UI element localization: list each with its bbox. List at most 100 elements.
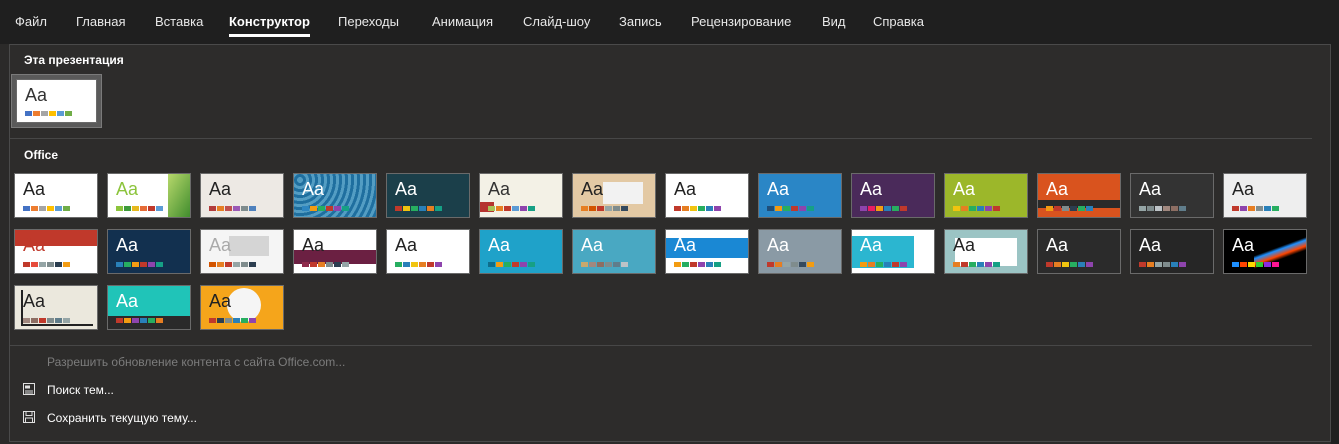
color-swatch [512, 262, 519, 267]
color-swatch [488, 206, 495, 211]
color-swatch [342, 262, 349, 267]
color-swatch [581, 206, 588, 211]
theme-color-swatches [116, 206, 164, 211]
tab-slideshow[interactable]: Слайд-шоу [523, 14, 590, 29]
color-swatch [597, 262, 604, 267]
theme-thumbnail[interactable]: Aa [572, 229, 656, 274]
color-swatch [217, 262, 224, 267]
browse-themes-icon [23, 383, 35, 395]
theme-color-swatches [953, 206, 1001, 211]
theme-thumbnail[interactable]: Aa [572, 173, 656, 218]
color-swatch [682, 262, 689, 267]
color-swatch [985, 206, 992, 211]
theme-thumbnail[interactable]: Aa [107, 285, 191, 330]
color-swatch [674, 206, 681, 211]
theme-thumbnail[interactable]: Aa [1037, 173, 1121, 218]
theme-thumbnail[interactable]: Aa [944, 229, 1028, 274]
this-presentation-heading: Эта презентация [24, 53, 124, 67]
save-current-theme-command[interactable]: Сохранить текущую тему... [47, 411, 197, 425]
theme-thumbnail[interactable]: Aa [293, 173, 377, 218]
tab-transitions[interactable]: Переходы [338, 14, 399, 29]
theme-thumbnail[interactable]: Aa [1037, 229, 1121, 274]
color-swatch [589, 262, 596, 267]
color-swatch [1054, 262, 1061, 267]
color-swatch [41, 111, 48, 116]
theme-color-swatches [488, 206, 536, 211]
theme-color-swatches [1232, 262, 1280, 267]
color-swatch [49, 111, 56, 116]
color-swatch [411, 262, 418, 267]
tab-file[interactable]: Файл [15, 14, 47, 29]
tab-home[interactable]: Главная [76, 14, 125, 29]
color-swatch [504, 206, 511, 211]
gray-band-decoration [603, 182, 643, 204]
theme-thumbnail[interactable]: Aa [665, 173, 749, 218]
theme-thumbnail[interactable]: Aa [200, 285, 284, 330]
browse-themes-command[interactable]: Поиск тем... [47, 383, 114, 397]
theme-color-swatches [1046, 206, 1094, 211]
color-swatch [690, 262, 697, 267]
theme-thumbnail[interactable]: Aa [758, 173, 842, 218]
theme-thumbnail[interactable]: Aa [293, 229, 377, 274]
theme-thumbnail[interactable]: Aa [479, 173, 563, 218]
theme-thumbnail[interactable]: Aa [1130, 229, 1214, 274]
theme-thumbnail[interactable]: Aa [386, 229, 470, 274]
tab-animations[interactable]: Анимация [432, 14, 493, 29]
theme-thumbnail[interactable]: Aa [479, 229, 563, 274]
theme-thumbnail[interactable]: Aa [1223, 173, 1307, 218]
color-swatch [1163, 206, 1170, 211]
theme-thumbnail[interactable]: Aa [200, 173, 284, 218]
theme-thumbnail[interactable]: Aa [14, 173, 98, 218]
theme-thumbnail[interactable]: Aa [851, 229, 935, 274]
color-swatch [124, 318, 131, 323]
color-swatch [512, 206, 519, 211]
color-swatch [1232, 262, 1239, 267]
color-swatch [1179, 262, 1186, 267]
color-swatch [985, 262, 992, 267]
color-swatch [116, 262, 123, 267]
color-swatch [156, 262, 163, 267]
theme-thumbnail[interactable]: Aa [107, 229, 191, 274]
theme-color-swatches [302, 262, 350, 267]
color-swatch [25, 111, 32, 116]
theme-color-swatches [302, 206, 350, 211]
color-swatch [1139, 206, 1146, 211]
tab-review[interactable]: Рецензирование [691, 14, 791, 29]
color-swatch [791, 206, 798, 211]
color-swatch [783, 262, 790, 267]
color-swatch [63, 318, 70, 323]
theme-thumbnail[interactable]: Aa [944, 173, 1028, 218]
tab-view[interactable]: Вид [822, 14, 846, 29]
theme-thumbnail[interactable]: Aa [14, 229, 98, 274]
color-swatch [969, 262, 976, 267]
theme-thumbnail[interactable]: Aa [758, 229, 842, 274]
theme-sample-text: Aa [488, 179, 511, 199]
color-swatch [334, 206, 341, 211]
tab-help[interactable]: Справка [873, 14, 924, 29]
color-swatch [148, 318, 155, 323]
theme-thumbnail[interactable]: Aa [14, 285, 98, 330]
theme-thumbnail[interactable]: Aa [1223, 229, 1307, 274]
color-swatch [791, 262, 798, 267]
theme-thumbnail[interactable]: Aa [386, 173, 470, 218]
theme-thumbnail[interactable]: Aa [200, 229, 284, 274]
tab-insert[interactable]: Вставка [155, 14, 203, 29]
tab-record[interactable]: Запись [619, 14, 662, 29]
ribbon-tab-bar: Файл Главная Вставка Конструктор Переход… [0, 0, 1339, 44]
theme-thumbnail[interactable]: Aa [1130, 173, 1214, 218]
color-swatch [799, 262, 806, 267]
color-swatch [419, 262, 426, 267]
theme-thumbnail[interactable]: Aa [851, 173, 935, 218]
color-swatch [884, 262, 891, 267]
color-swatch [132, 262, 139, 267]
color-swatch [225, 262, 232, 267]
color-swatch [57, 111, 64, 116]
theme-thumbnail[interactable]: Aa [107, 173, 191, 218]
current-theme-selected-frame[interactable]: Aa [11, 74, 102, 128]
color-swatch [714, 206, 721, 211]
color-swatch [116, 318, 123, 323]
current-theme-thumbnail[interactable]: Aa [16, 79, 97, 123]
color-swatch [39, 262, 46, 267]
tab-design[interactable]: Конструктор [229, 14, 310, 37]
theme-thumbnail[interactable]: Aa [665, 229, 749, 274]
